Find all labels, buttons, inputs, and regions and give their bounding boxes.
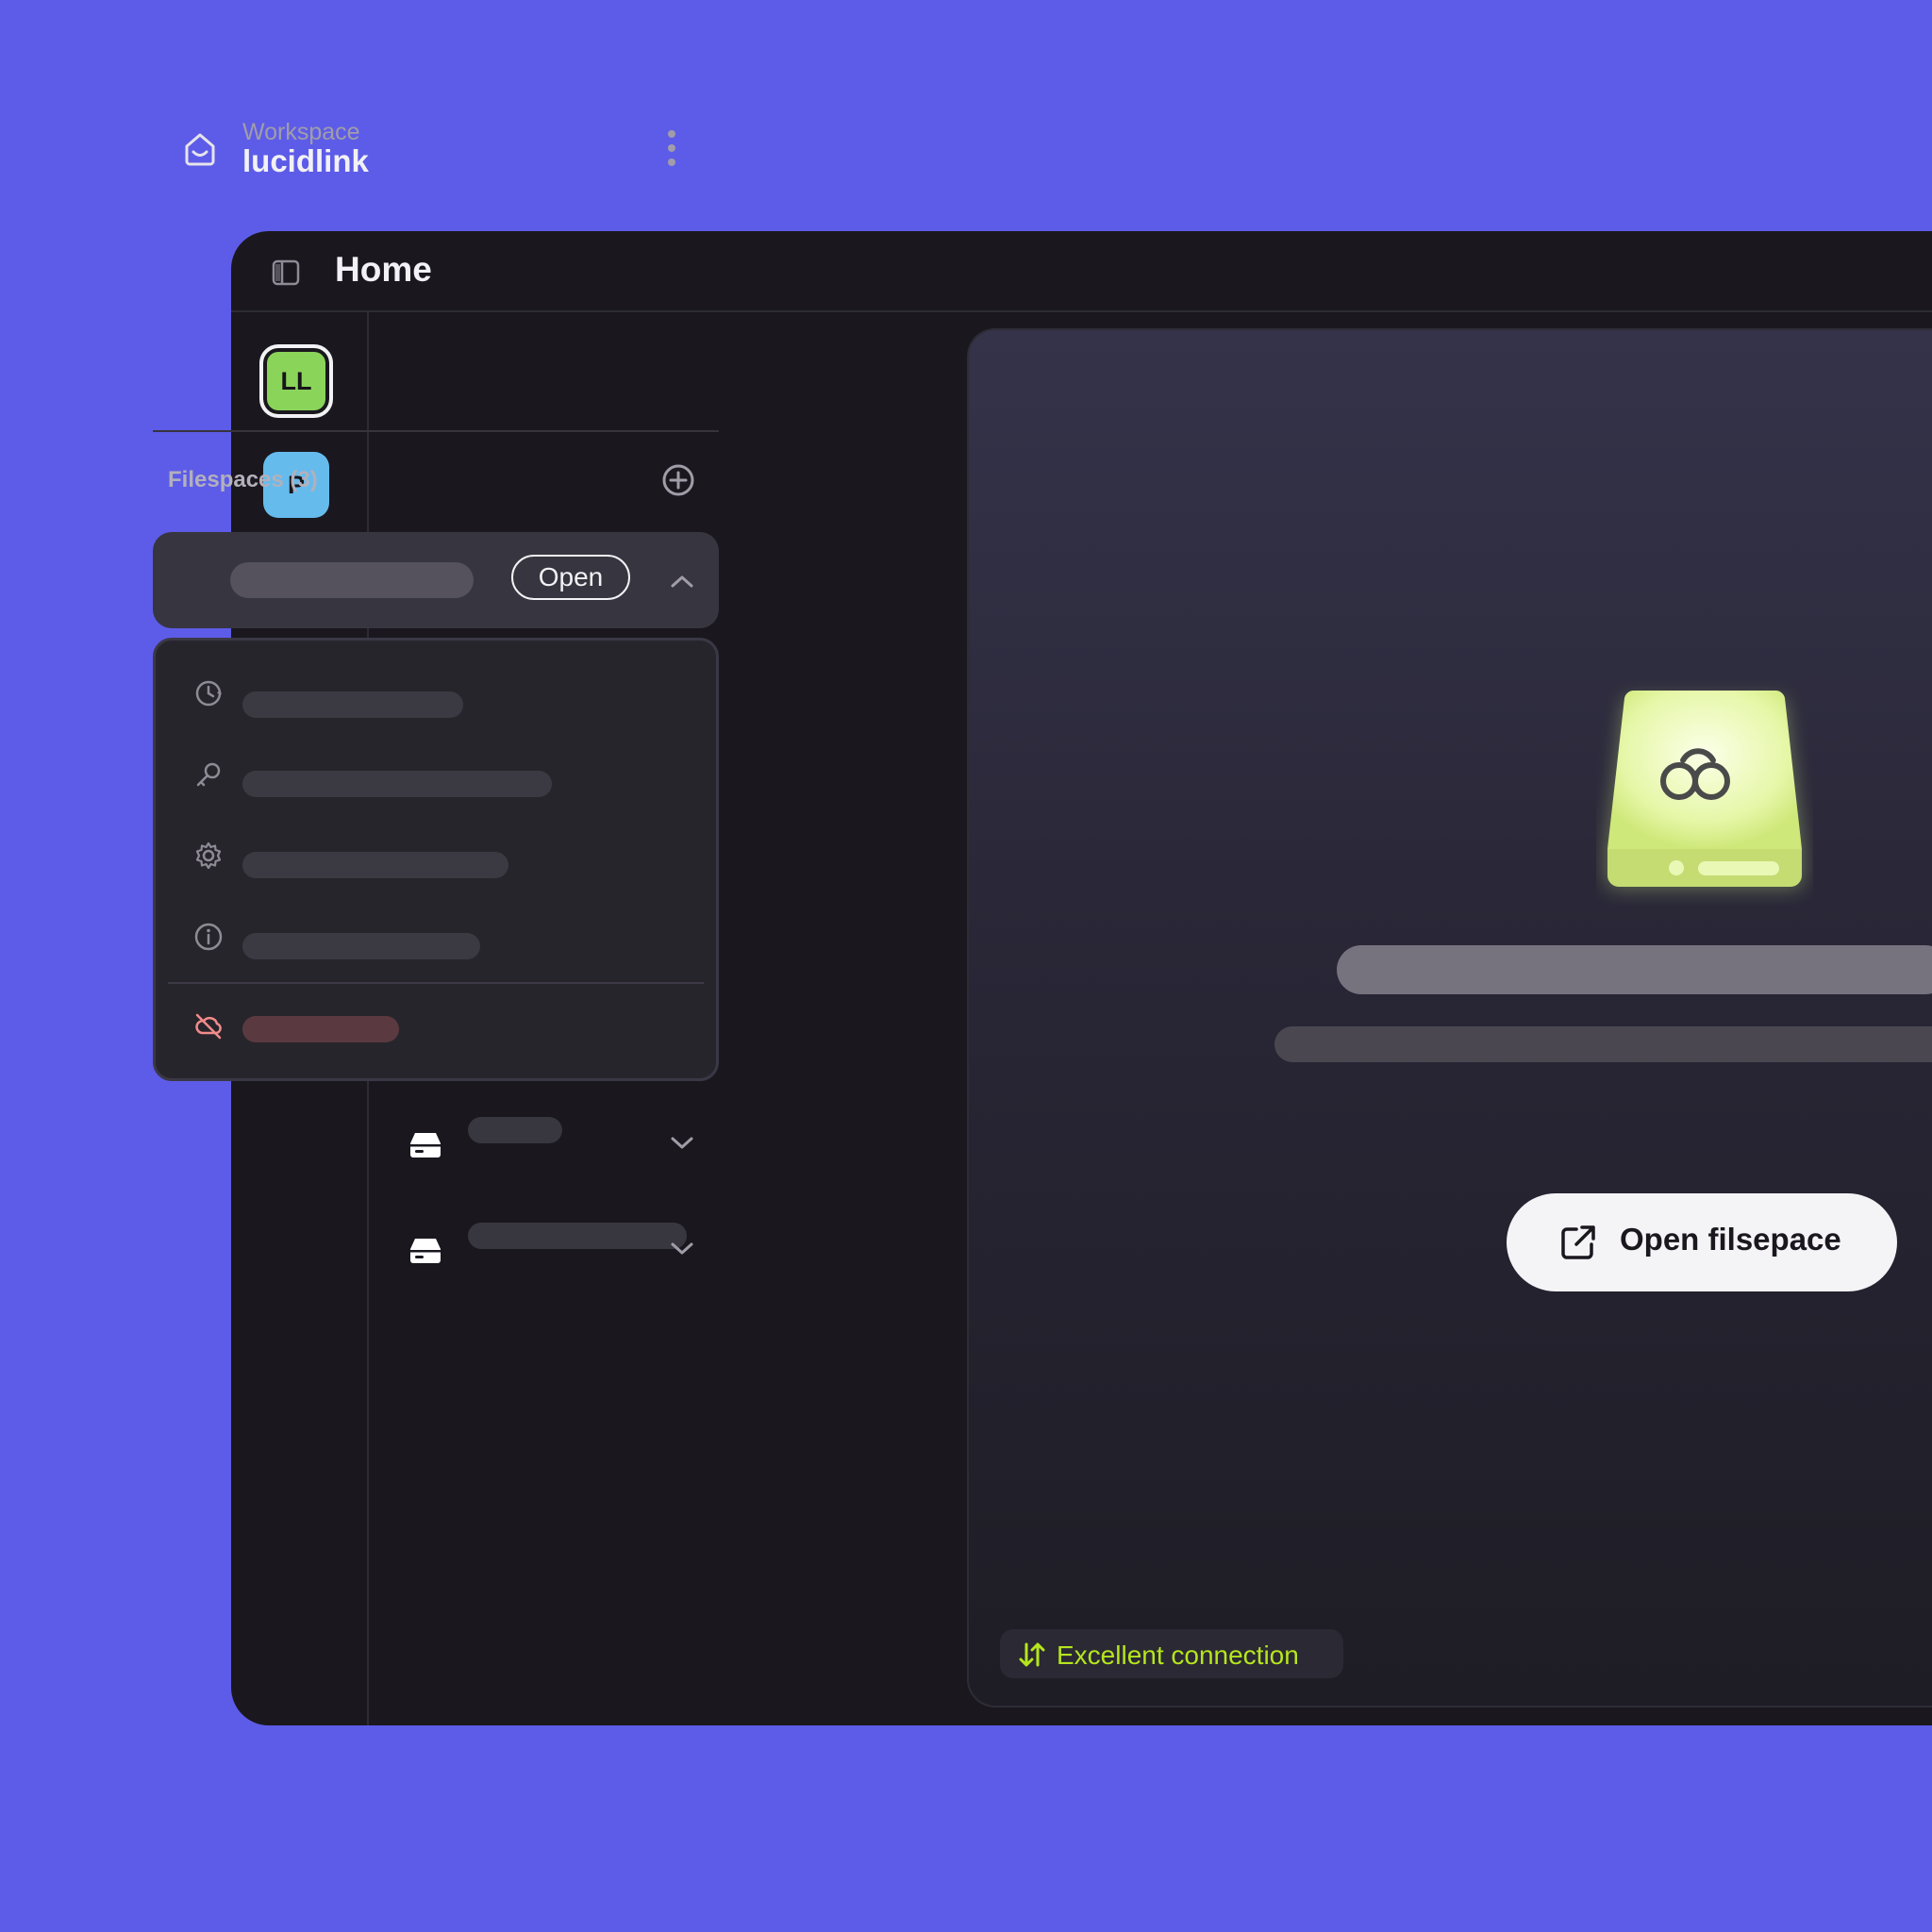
sidebar-toggle-icon[interactable] <box>271 258 301 288</box>
info-icon <box>194 923 223 951</box>
filespace-row[interactable] <box>153 1211 719 1287</box>
add-filespace-icon[interactable] <box>660 462 696 498</box>
subtitle-placeholder <box>1274 1026 1932 1062</box>
filespace-name-placeholder <box>468 1117 562 1143</box>
drive-icon <box>410 1133 441 1158</box>
filespace-row[interactable] <box>153 1106 719 1181</box>
menu-item-info[interactable] <box>156 903 716 969</box>
external-link-icon <box>1561 1225 1595 1259</box>
filespaces-heading: Filespaces (3) <box>168 467 318 492</box>
filespace-drive-illustration <box>1606 690 1804 889</box>
filespace-row-active[interactable]: Open <box>153 532 719 628</box>
filespace-name-placeholder <box>230 562 474 598</box>
menu-item-placeholder <box>242 691 463 718</box>
gear-icon <box>195 841 222 870</box>
cloud-off-icon <box>195 1013 222 1040</box>
workspace-label: Workspace <box>242 119 360 145</box>
divider <box>153 430 719 432</box>
title-bar: Home <box>231 231 1932 312</box>
chevron-up-icon[interactable] <box>670 574 694 589</box>
workspace-avatar-ll[interactable]: LL <box>259 344 333 418</box>
connection-status-badge: Excellent connection <box>1000 1629 1343 1678</box>
menu-item-disconnect[interactable] <box>156 991 716 1058</box>
filespace-menu <box>153 638 719 1081</box>
drive-icon <box>410 1239 441 1263</box>
home-icon <box>185 133 215 166</box>
workspace-header: Workspace lucidlink <box>153 94 719 198</box>
title-placeholder <box>1337 945 1932 994</box>
more-options-icon[interactable] <box>662 128 681 168</box>
menu-item-settings[interactable] <box>156 822 716 888</box>
menu-item-placeholder <box>242 933 480 959</box>
key-icon <box>196 762 221 787</box>
chevron-down-icon[interactable] <box>670 1136 694 1151</box>
connection-status-label: Excellent connection <box>1057 1641 1299 1670</box>
main-content: Open filsepace Excellent connection <box>967 328 1932 1707</box>
open-filespace-button[interactable]: Open filsepace <box>1507 1193 1897 1291</box>
menu-item-placeholder <box>242 771 552 797</box>
chevron-down-icon[interactable] <box>670 1241 694 1257</box>
menu-item-placeholder <box>242 1016 399 1042</box>
transfer-arrows-icon <box>1019 1642 1045 1667</box>
menu-item-placeholder <box>242 852 508 878</box>
workspace-name: lucidlink <box>242 143 369 178</box>
menu-divider <box>168 982 704 984</box>
menu-item-history[interactable] <box>156 659 716 725</box>
page-title: Home <box>335 250 432 289</box>
open-filespace-label: Open filsepace <box>1620 1222 1841 1257</box>
history-icon <box>195 680 222 707</box>
menu-item-keys[interactable] <box>156 741 716 807</box>
open-filespace-pill-button[interactable]: Open <box>511 555 630 600</box>
filespace-name-placeholder <box>468 1223 687 1249</box>
